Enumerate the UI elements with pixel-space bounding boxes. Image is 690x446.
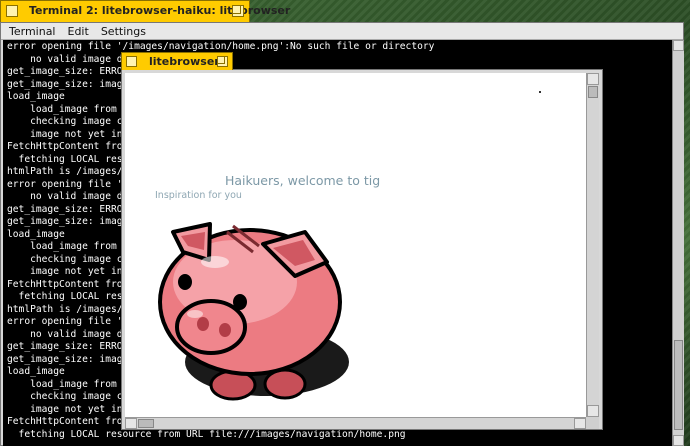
terminal-line: checking image cach: [7, 391, 140, 402]
terminal-line: load_image: [7, 91, 65, 102]
terminal-line: FetchHttpContent from: [7, 141, 129, 152]
terminal-line: no valid image dat: [7, 328, 135, 340]
terminal-line: htmlPath is /images/na: [7, 166, 135, 177]
terminal-line: get_image_size: ERROR: [7, 66, 129, 77]
stray-pixel: [539, 91, 541, 93]
litebrowser-zoom-button[interactable]: [217, 56, 228, 67]
terminal-line: htmlPath is /images/Pe: [7, 303, 135, 315]
browser-vertical-scrollbar[interactable]: [586, 73, 599, 417]
terminal-line: load_image from abs: [7, 378, 140, 390]
terminal-line: load_image: [7, 228, 65, 240]
browser-scroll-up-arrow[interactable]: [587, 73, 599, 85]
terminal-line: get_image_size: image: [7, 78, 129, 90]
terminal-line: checking image cach: [7, 116, 140, 127]
terminal-scroll-up-arrow[interactable]: [673, 40, 684, 51]
terminal-line: error opening file '/i: [7, 316, 135, 327]
terminal-line: image not yet in ca: [7, 403, 140, 415]
terminal-line: load_image from abs: [7, 103, 140, 115]
menu-settings[interactable]: Settings: [95, 25, 152, 38]
browser-scroll-down-arrow[interactable]: [587, 405, 599, 417]
litebrowser-close-button[interactable]: [126, 56, 137, 67]
terminal-scroll-down-arrow[interactable]: [673, 435, 684, 446]
terminal-line: load_image from abs: [7, 241, 140, 252]
terminal-line: image not yet in ca: [7, 266, 140, 277]
piggy-bank-icon: [158, 222, 349, 401]
terminal-line: error opening file '/i: [7, 178, 135, 190]
terminal-line: FetchHttpContent from: [7, 416, 129, 427]
litebrowser-title-tab[interactable]: litebrowser: [121, 52, 233, 70]
terminal-title: Terminal 2: litebrowser-haiku: litebrows…: [29, 4, 291, 17]
browser-vscroll-thumb[interactable]: [588, 86, 598, 98]
terminal-line: no valid image dat: [7, 191, 135, 202]
browser-hscroll-thumb[interactable]: [138, 419, 154, 428]
terminal-line: FetchHttpContent from: [7, 278, 129, 290]
terminal-scrollbar[interactable]: [672, 40, 684, 446]
terminal-line: get_image_size: image: [7, 353, 129, 365]
litebrowser-title: litebrowser: [149, 55, 220, 68]
browser-resize-handle[interactable]: [586, 417, 599, 429]
browser-scroll-left-arrow[interactable]: [125, 418, 137, 429]
terminal-line: image not yet in ca: [7, 128, 140, 140]
menu-terminal[interactable]: Terminal: [1, 25, 62, 38]
page-heading: Haikuers, welcome to tig: [225, 173, 381, 188]
terminal-line: get_image_size: ERROR: [7, 203, 129, 215]
terminal-line: fetching LOCAL resource from URL file://…: [7, 428, 406, 440]
browser-viewport[interactable]: Haikuers, welcome to tig Inspiration for…: [125, 73, 586, 417]
terminal-close-button[interactable]: [6, 5, 18, 17]
page-tagline: Inspiration for you: [155, 190, 242, 201]
terminal-line: no valid image dat: [7, 53, 135, 65]
terminal-scroll-thumb[interactable]: [674, 340, 683, 430]
terminal-line: get_image_size: ERROR: [7, 341, 129, 352]
browser-horizontal-scrollbar[interactable]: [125, 417, 586, 429]
terminal-line: load_image: [7, 366, 65, 377]
terminal-line: get_image_size: image: [7, 216, 129, 227]
browser-scroll-right-arrow[interactable]: [574, 418, 586, 429]
terminal-title-tab[interactable]: Terminal 2: litebrowser-haiku: litebrows…: [0, 0, 290, 22]
terminal-line: checking image cach: [7, 253, 140, 265]
terminal-zoom-button[interactable]: [232, 5, 244, 17]
terminal-line: fetching LOCAL resou: [7, 153, 135, 165]
terminal-line: fetching LOCAL resou: [7, 291, 135, 302]
terminal-menubar: Terminal Edit Settings: [1, 23, 683, 40]
menu-edit[interactable]: Edit: [62, 25, 95, 38]
